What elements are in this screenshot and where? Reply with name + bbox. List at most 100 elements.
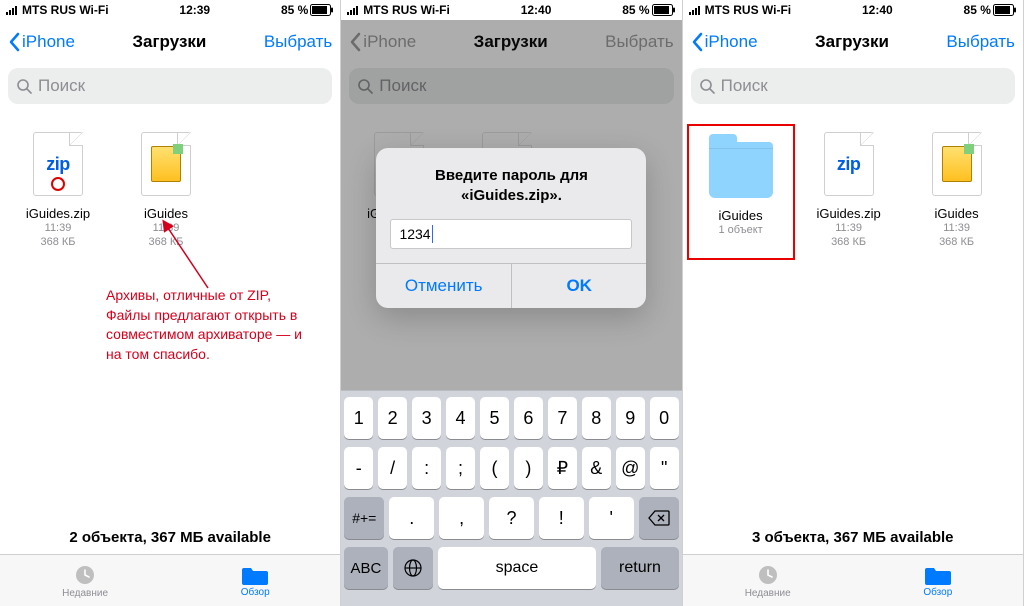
clock: 12:39 bbox=[109, 3, 281, 17]
back-button[interactable]: iPhone bbox=[8, 32, 75, 52]
footer-info: 2 объекта, 367 МБ available bbox=[0, 519, 340, 554]
file-size: 368 КБ bbox=[40, 235, 75, 249]
kb-row-1: 1234567890 bbox=[344, 397, 678, 439]
folder-icon bbox=[242, 564, 268, 586]
zip-badge: zip bbox=[46, 154, 70, 175]
key-4[interactable]: 4 bbox=[446, 397, 475, 439]
key-![interactable]: ! bbox=[539, 497, 584, 539]
keyboard: 1234567890 -/:;()₽&@" #+= .,?!' ABC spac… bbox=[341, 390, 681, 606]
tab-recent[interactable]: Недавние bbox=[0, 555, 170, 606]
status-bar: MTS RUS Wi-Fi 12:39 85 % bbox=[0, 0, 340, 20]
key-8[interactable]: 8 bbox=[582, 397, 611, 439]
key-return[interactable]: return bbox=[601, 547, 679, 589]
alert-title: Введите пароль для «iGuides.zip». bbox=[376, 148, 646, 219]
carrier: MTS RUS Wi-Fi bbox=[22, 3, 109, 17]
key-,[interactable]: , bbox=[439, 497, 484, 539]
screen-2: MTS RUS Wi-Fi 12:40 85 % iPhone Загрузки… bbox=[341, 0, 682, 606]
key-5[interactable]: 5 bbox=[480, 397, 509, 439]
clock: 12:40 bbox=[450, 3, 622, 17]
file-time: 11:39 bbox=[835, 221, 862, 235]
search-input[interactable]: Поиск bbox=[8, 68, 332, 104]
key-;[interactable]: ; bbox=[446, 447, 475, 489]
file-name: iGuides bbox=[719, 208, 763, 223]
key-([interactable]: ( bbox=[480, 447, 509, 489]
status-bar: MTS RUS Wi-Fi 12:40 85 % bbox=[683, 0, 1023, 20]
alert-ok-button[interactable]: OK bbox=[511, 264, 647, 308]
tab-label: Недавние bbox=[745, 588, 791, 599]
footer-info: 3 объекта, 367 МБ available bbox=[683, 519, 1023, 554]
file-item-rar[interactable]: iGuides 11:39 368 КБ bbox=[903, 124, 1011, 260]
file-meta: 1 объект bbox=[718, 223, 762, 237]
tab-label: Обзор bbox=[241, 587, 270, 598]
annotation-text: Архивы, отличные от ZIP, Файлы предлагаю… bbox=[106, 286, 306, 364]
key-1[interactable]: 1 bbox=[344, 397, 373, 439]
key-.[interactable]: . bbox=[389, 497, 434, 539]
file-size: 368 КБ bbox=[831, 235, 866, 249]
tab-browse[interactable]: Обзор bbox=[170, 555, 340, 606]
battery-icon bbox=[993, 4, 1017, 16]
tab-label: Недавние bbox=[62, 588, 108, 599]
back-button[interactable]: iPhone bbox=[691, 32, 758, 52]
key-0[interactable]: 0 bbox=[650, 397, 679, 439]
search-input[interactable]: Поиск bbox=[691, 68, 1015, 104]
back-label: iPhone bbox=[22, 32, 75, 52]
file-item-folder[interactable]: iGuides 1 объект bbox=[687, 124, 795, 260]
signal-icon bbox=[347, 5, 361, 15]
key-?[interactable]: ? bbox=[489, 497, 534, 539]
tab-browse[interactable]: Обзор bbox=[853, 555, 1023, 606]
tab-recent[interactable]: Недавние bbox=[683, 555, 853, 606]
nav-bar: iPhone Загрузки Выбрать bbox=[0, 20, 340, 64]
password-value: 1234 bbox=[399, 226, 430, 242]
key-space[interactable]: space bbox=[438, 547, 596, 589]
key-6[interactable]: 6 bbox=[514, 397, 543, 439]
backspace-icon bbox=[648, 510, 670, 526]
key-₽[interactable]: ₽ bbox=[548, 447, 577, 489]
key-9[interactable]: 9 bbox=[616, 397, 645, 439]
page-title: Загрузки bbox=[132, 32, 206, 52]
key-symbols[interactable]: #+= bbox=[344, 497, 384, 539]
key-2[interactable]: 2 bbox=[378, 397, 407, 439]
key-globe[interactable] bbox=[393, 547, 433, 589]
key-)[interactable]: ) bbox=[514, 447, 543, 489]
key-@[interactable]: @ bbox=[616, 447, 645, 489]
key--[interactable]: - bbox=[344, 447, 373, 489]
file-item-zip[interactable]: zip iGuides.zip 11:39 368 КБ bbox=[4, 124, 112, 260]
archive-icon bbox=[942, 146, 972, 182]
key-backspace[interactable] bbox=[639, 497, 679, 539]
battery-icon bbox=[652, 4, 676, 16]
key-abc[interactable]: ABC bbox=[344, 547, 388, 589]
clock: 12:40 bbox=[791, 3, 963, 17]
carrier: MTS RUS Wi-Fi bbox=[363, 3, 450, 17]
clock-icon bbox=[756, 563, 780, 587]
signal-icon bbox=[689, 5, 703, 15]
file-item-zip[interactable]: zip iGuides.zip 11:39 368 КБ bbox=[795, 124, 903, 260]
archive-icon bbox=[151, 146, 181, 182]
select-button[interactable]: Выбрать bbox=[264, 32, 332, 52]
back-label: iPhone bbox=[705, 32, 758, 52]
select-button[interactable]: Выбрать bbox=[946, 32, 1014, 52]
key-7[interactable]: 7 bbox=[548, 397, 577, 439]
key-/[interactable]: / bbox=[378, 447, 407, 489]
alert-cancel-button[interactable]: Отменить bbox=[376, 264, 511, 308]
file-size: 368 КБ bbox=[939, 235, 974, 249]
page-title: Загрузки bbox=[815, 32, 889, 52]
clock-icon bbox=[73, 563, 97, 587]
chevron-left-icon bbox=[691, 32, 703, 52]
screen-3: MTS RUS Wi-Fi 12:40 85 % iPhone Загрузки… bbox=[683, 0, 1024, 606]
key-&[interactable]: & bbox=[582, 447, 611, 489]
file-name: iGuides bbox=[935, 206, 979, 221]
file-name: iGuides.zip bbox=[816, 206, 880, 221]
password-input[interactable]: 1234 bbox=[390, 219, 632, 249]
key-3[interactable]: 3 bbox=[412, 397, 441, 439]
file-name: iGuides.zip bbox=[26, 206, 90, 221]
globe-icon bbox=[403, 558, 423, 578]
key-'[interactable]: ' bbox=[589, 497, 634, 539]
status-bar: MTS RUS Wi-Fi 12:40 85 % bbox=[341, 0, 681, 20]
kb-row-2: -/:;()₽&@" bbox=[344, 447, 678, 489]
key-"[interactable]: " bbox=[650, 447, 679, 489]
key-:[interactable]: : bbox=[412, 447, 441, 489]
tab-bar: Недавние Обзор bbox=[683, 554, 1023, 606]
search-icon bbox=[699, 78, 715, 94]
search-placeholder: Поиск bbox=[38, 76, 85, 96]
screen-1: MTS RUS Wi-Fi 12:39 85 % iPhone Загрузки… bbox=[0, 0, 341, 606]
